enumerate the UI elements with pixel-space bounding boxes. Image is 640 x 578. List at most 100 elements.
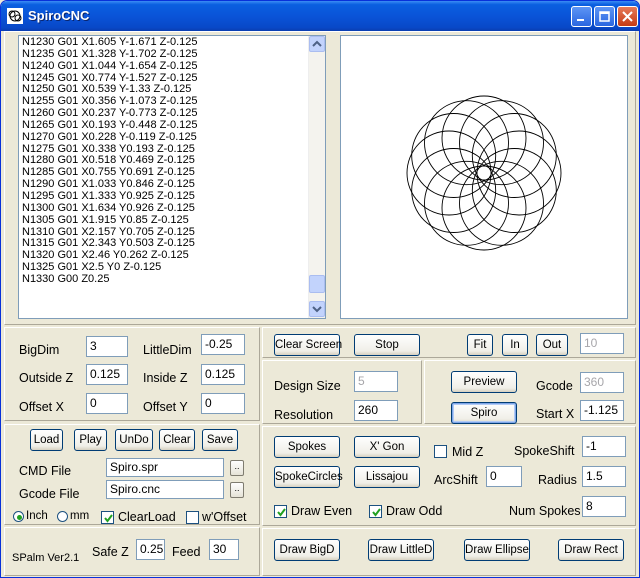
window-title: SpiroCNC <box>28 8 90 23</box>
cmd-file-browse-button[interactable]: .. <box>230 460 244 476</box>
littledim-input[interactable]: -0.25 <box>201 334 245 355</box>
draw-odd-checkbox[interactable] <box>369 505 382 518</box>
stop-button[interactable]: Stop <box>354 334 420 356</box>
fit-button[interactable]: Fit <box>467 334 493 356</box>
gcode-label: Gcode <box>536 379 573 393</box>
save-button[interactable]: Save <box>202 429 238 451</box>
gcode-line[interactable]: N1265 G01 X0.193 Y-0.448 Z-0.125 <box>22 119 198 132</box>
spiro-circle <box>424 100 509 186</box>
mm-radio[interactable] <box>57 511 68 522</box>
gcode-line[interactable]: N1270 G01 X0.228 Y-0.119 Z-0.125 <box>22 131 198 144</box>
spiro-circle <box>441 165 527 251</box>
offsety-input[interactable]: 0 <box>201 393 245 414</box>
clearload-label: ClearLoad <box>118 510 176 524</box>
clear-screen-button[interactable]: Clear Screen <box>274 334 342 356</box>
spokeshift-input[interactable]: -1 <box>582 436 626 457</box>
inch-radio[interactable] <box>13 511 24 522</box>
gcode-file-browse-button[interactable]: .. <box>230 482 244 498</box>
resolution-label: Resolution <box>274 408 334 422</box>
radius-label: Radius <box>538 473 577 487</box>
spiro-circle <box>441 95 527 181</box>
scroll-down-button[interactable] <box>309 301 325 317</box>
scroll-thumb[interactable] <box>309 275 325 293</box>
bigdim-input[interactable]: 3 <box>86 336 128 357</box>
clearload-checkbox[interactable] <box>101 511 114 524</box>
client-area: N1230 G01 X1.605 Y-1.671 Z-0.125 N1235 G0… <box>4 31 636 576</box>
spiro-circle <box>424 160 509 246</box>
preview-button[interactable]: Preview <box>451 371 517 393</box>
safez-input[interactable]: 0.25 <box>136 539 165 560</box>
outsidez-input[interactable]: 0.125 <box>86 364 128 385</box>
spiro-circle <box>471 148 557 233</box>
resolution-input[interactable]: 260 <box>354 400 398 421</box>
zoom-value-input[interactable]: 10 <box>580 333 624 354</box>
draw-ellipse-button[interactable]: Draw Ellipse <box>464 539 530 561</box>
offsetx-input[interactable]: 0 <box>86 393 128 414</box>
spiro-circle <box>471 113 557 198</box>
midz-checkbox[interactable] <box>434 445 447 458</box>
bigdim-label: BigDim <box>19 343 60 357</box>
offsety-label: Offset Y <box>143 400 188 414</box>
close-icon <box>622 11 633 22</box>
draw-littled-button[interactable]: Draw LittleD <box>368 539 434 561</box>
maximize-icon <box>599 11 610 22</box>
woffset-checkbox[interactable] <box>186 511 199 524</box>
spirograph-drawing <box>406 95 562 251</box>
gcode-file-input[interactable]: Spiro.cnc <box>106 480 224 499</box>
close-button[interactable] <box>617 6 638 27</box>
version-label: SPalm Ver2.1 <box>12 552 80 564</box>
checkmark-icon <box>104 514 113 523</box>
gcode-line[interactable]: N1305 G01 X1.915 Y0.85 Z-0.125 <box>22 214 198 227</box>
arcshift-input[interactable]: 0 <box>486 466 522 487</box>
arrow-down-icon <box>312 306 322 313</box>
draw-even-checkbox[interactable] <box>274 505 287 518</box>
gcode-line[interactable]: N1235 G01 X1.328 Y-1.702 Z-0.125 <box>22 48 198 61</box>
undo-button[interactable]: UnDo <box>115 429 153 451</box>
checkmark-icon <box>372 508 381 517</box>
spiro-circle <box>459 160 544 246</box>
insidez-label: Inside Z <box>143 371 188 385</box>
gcode-line[interactable]: N1300 G01 X1.634 Y0.926 Z-0.125 <box>22 202 198 215</box>
woffset-label: w'Offset <box>202 510 247 524</box>
feed-input[interactable]: 30 <box>209 539 239 560</box>
checkmark-icon <box>277 508 286 517</box>
zoom-in-button[interactable]: In <box>502 334 528 356</box>
design-size-input[interactable]: 5 <box>354 371 398 392</box>
minimize-button[interactable] <box>571 6 592 27</box>
gcode-scrollbar[interactable] <box>308 36 325 318</box>
draw-bigd-button[interactable]: Draw BigD <box>274 539 340 561</box>
spiro-circle <box>406 130 492 216</box>
load-button[interactable]: Load <box>30 429 63 451</box>
zoom-out-button[interactable]: Out <box>536 334 568 356</box>
outsidez-label: Outside Z <box>19 371 74 385</box>
spiro-button[interactable]: Spiro <box>451 402 517 424</box>
numspokes-input[interactable]: 8 <box>582 496 626 517</box>
drawing-canvas[interactable] <box>340 35 628 319</box>
spokecircles-button[interactable]: SpokeCircles <box>274 466 343 488</box>
spiro-app-icon <box>7 8 23 24</box>
title-bar[interactable]: SpiroCNC <box>1 1 639 31</box>
lissajou-button[interactable]: Lissajou <box>354 466 420 488</box>
draw-rect-button[interactable]: Draw Rect <box>558 539 624 561</box>
gcode-input[interactable]: 360 <box>580 372 624 393</box>
draw-even-label: Draw Even <box>291 504 353 518</box>
maximize-button[interactable] <box>594 6 615 27</box>
minimize-icon <box>577 19 584 21</box>
spokes-button[interactable]: Spokes <box>274 436 340 458</box>
safez-label: Safe Z <box>92 545 129 559</box>
play-button[interactable]: Play <box>74 429 107 451</box>
radius-input[interactable]: 1.5 <box>582 466 626 487</box>
gcode-line[interactable]: N1240 G01 X1.044 Y-1.654 Z-0.125 <box>22 60 198 73</box>
mm-label: mm <box>70 510 90 522</box>
numspokes-label: Num Spokes <box>509 504 581 518</box>
cmd-file-input[interactable]: Spiro.spr <box>106 458 224 477</box>
xgon-button[interactable]: X' Gon <box>354 436 420 458</box>
gcode-line[interactable]: N1330 G00 Z0.25 <box>22 273 198 286</box>
insidez-input[interactable]: 0.125 <box>201 364 245 385</box>
gcode-listbox[interactable]: N1230 G01 X1.605 Y-1.671 Z-0.125 N1235 G0… <box>18 35 326 319</box>
startx-input[interactable]: -1.125 <box>580 400 624 421</box>
spiro-circle <box>411 148 497 233</box>
midz-label: Mid Z <box>452 445 484 459</box>
clear-button[interactable]: Clear <box>159 429 195 451</box>
scroll-up-button[interactable] <box>309 36 325 52</box>
